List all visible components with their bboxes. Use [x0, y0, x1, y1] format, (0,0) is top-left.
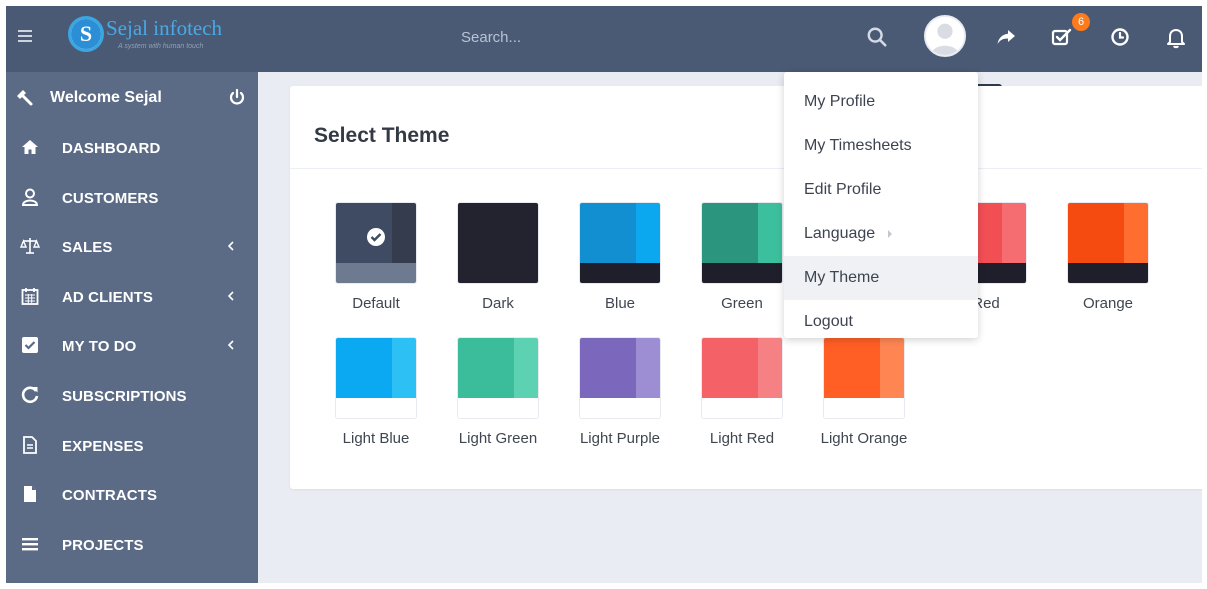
welcome-text: Welcome Sejal	[50, 89, 162, 106]
scale-icon	[20, 238, 40, 254]
tasks-check-icon[interactable]	[1050, 25, 1074, 49]
hamburger-menu-icon[interactable]	[18, 30, 32, 42]
theme-label: Orange	[1082, 295, 1134, 312]
theme-label: Light Green	[458, 430, 538, 447]
search-input[interactable]	[461, 26, 761, 48]
sidebar-item-label: PROJECTS	[62, 536, 144, 554]
theme-swatch[interactable]	[457, 202, 539, 284]
theme-label: Light Blue	[342, 430, 410, 447]
theme-swatch[interactable]	[579, 337, 661, 419]
sidebar-item-ad-clients[interactable]: AD CLIENTS	[6, 273, 258, 323]
check-circle-icon	[367, 228, 385, 246]
menu-item-label: My Profile	[804, 93, 876, 110]
menu-item-logout[interactable]: Logout	[784, 300, 978, 344]
file-icon	[24, 486, 36, 503]
sidebar-item-subscriptions[interactable]: SUBSCRIPTIONS	[6, 372, 258, 422]
sidebar-nav: DASHBOARD CUSTOMERS SALES AD CLIENTS MY …	[6, 124, 258, 570]
sidebar-item-contracts[interactable]: CONTRACTS	[6, 471, 258, 521]
calendar-icon	[21, 287, 39, 305]
list-icon	[22, 537, 38, 551]
sidebar-item-label: EXPENSES	[62, 437, 144, 455]
sidebar-item-label: SUBSCRIPTIONS	[62, 387, 187, 405]
menu-item-my-timesheets[interactable]: My Timesheets	[784, 124, 978, 168]
sidebar-item-label: DASHBOARD	[62, 140, 161, 157]
user-icon	[21, 188, 39, 206]
sidebar-item-label: MY TO DO	[62, 338, 137, 356]
gavel-icon	[17, 90, 33, 106]
sidebar-item-expenses[interactable]: EXPENSES	[6, 422, 258, 472]
menu-item-label: Logout	[804, 313, 853, 330]
clock-icon[interactable]	[1108, 25, 1132, 49]
sidebar-item-sales[interactable]: SALES	[6, 223, 258, 273]
theme-label: Default	[352, 295, 400, 312]
logo-mark-icon: S	[68, 16, 104, 52]
menu-item-my-profile[interactable]: My Profile	[784, 80, 978, 124]
theme-swatch[interactable]	[823, 337, 905, 419]
menu-item-label: Language	[804, 225, 876, 242]
theme-label: Blue	[604, 295, 636, 312]
theme-label: Dark	[482, 295, 514, 312]
theme-label: Light Red	[709, 430, 775, 447]
document-icon	[23, 435, 37, 454]
theme-swatch[interactable]	[335, 202, 417, 284]
menu-item-language[interactable]: Language	[784, 212, 978, 256]
user-dropdown-menu: My Profile My Timesheets Edit Profile La…	[784, 72, 978, 338]
menu-item-edit-profile[interactable]: Edit Profile	[784, 168, 978, 212]
search-icon[interactable]	[866, 26, 888, 48]
avatar-silhouette-icon	[926, 17, 964, 55]
logo-initial: S	[71, 19, 101, 49]
brand-tagline: A system with human touch	[118, 43, 204, 50]
theme-swatch[interactable]	[457, 337, 539, 419]
theme-label: Light Purple	[579, 430, 661, 447]
theme-swatch[interactable]	[701, 337, 783, 419]
menu-item-my-theme[interactable]: My Theme	[784, 256, 978, 300]
chevron-left-icon	[227, 291, 234, 301]
bell-icon[interactable]	[1164, 25, 1188, 49]
theme-swatch[interactable]	[1067, 202, 1149, 284]
theme-swatch[interactable]	[579, 202, 661, 284]
sidebar-item-label: AD CLIENTS	[62, 288, 153, 306]
caret-right-icon	[888, 230, 892, 238]
home-icon	[22, 140, 38, 154]
menu-item-label: My Theme	[804, 269, 880, 286]
menu-item-label: My Timesheets	[804, 137, 912, 154]
sidebar-item-projects[interactable]: PROJECTS	[6, 521, 258, 571]
sidebar-item-my-to-do[interactable]: MY TO DO	[6, 322, 258, 372]
welcome-row: Welcome Sejal	[6, 72, 258, 124]
page-title: Select Theme	[314, 124, 450, 147]
top-bar: S Sejal infotech A system with human tou…	[6, 6, 1202, 72]
theme-swatch[interactable]	[701, 202, 783, 284]
brand-name: Sejal infotech	[106, 16, 223, 40]
checkbox-icon	[22, 337, 38, 354]
menu-item-label: Edit Profile	[804, 181, 882, 198]
theme-swatch[interactable]	[335, 337, 417, 419]
sidebar-item-dashboard[interactable]: DASHBOARD	[6, 124, 258, 174]
card-divider	[290, 168, 1202, 169]
select-theme-card: Select Theme Default Dark Blue Green Red…	[290, 86, 1202, 489]
chevron-left-icon	[227, 241, 234, 251]
sidebar-item-customers[interactable]: CUSTOMERS	[6, 174, 258, 224]
theme-label: Light Orange	[820, 430, 908, 447]
brand-logo[interactable]: S Sejal infotech A system with human tou…	[68, 14, 243, 62]
sidebar-item-label: CUSTOMERS	[62, 189, 159, 207]
sidebar-item-label: SALES	[62, 239, 113, 257]
power-icon[interactable]	[228, 88, 246, 106]
notification-badge: 6	[1072, 13, 1090, 31]
user-avatar[interactable]	[924, 15, 966, 57]
refresh-icon	[21, 386, 39, 403]
app-window: S Sejal infotech A system with human tou…	[6, 6, 1202, 583]
share-icon[interactable]	[994, 25, 1018, 49]
sidebar-item-label: CONTRACTS	[62, 487, 158, 505]
chevron-left-icon	[227, 340, 234, 350]
sidebar: Welcome Sejal DASHBOARD CUSTOMERS SALES	[6, 72, 258, 583]
